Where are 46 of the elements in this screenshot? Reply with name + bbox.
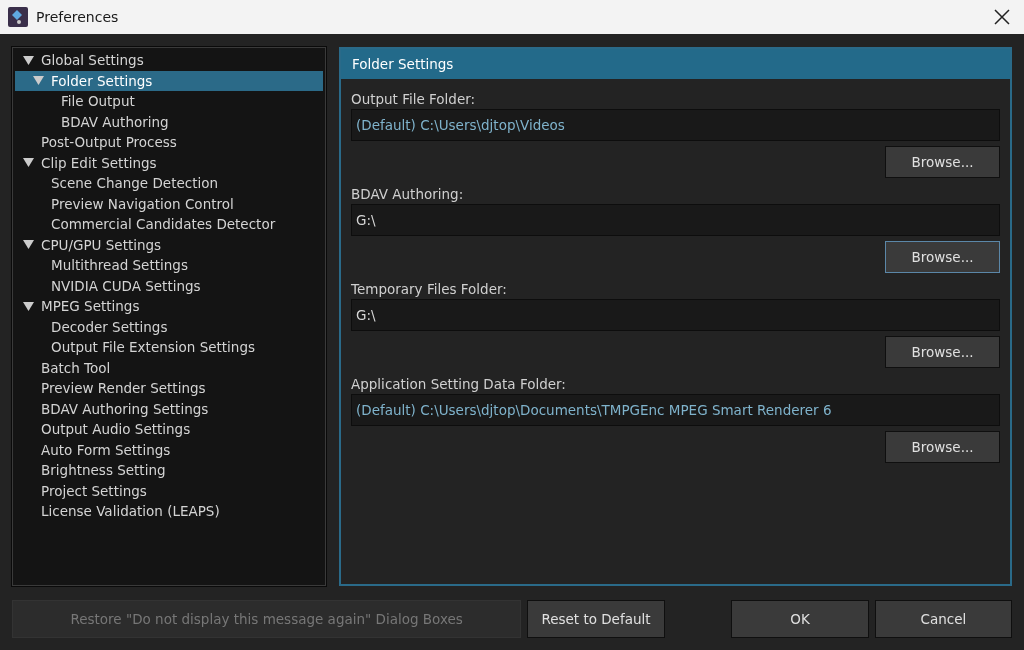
- folder-input-field[interactable]: G:\: [351, 299, 1000, 331]
- tree-item[interactable]: Post-Output Process: [15, 132, 323, 153]
- tree-item[interactable]: Project Settings: [15, 480, 323, 501]
- tree-item[interactable]: File Output: [15, 91, 323, 112]
- tree-item[interactable]: Decoder Settings: [15, 316, 323, 337]
- folder-input-field[interactable]: G:\: [351, 204, 1000, 236]
- tree-item[interactable]: CPU/GPU Settings: [15, 234, 323, 255]
- close-icon[interactable]: [994, 9, 1010, 25]
- browse-button[interactable]: Browse...: [885, 336, 1000, 368]
- window-title: Preferences: [36, 9, 120, 25]
- expand-triangle-icon[interactable]: [23, 301, 34, 311]
- expand-triangle-icon[interactable]: [23, 158, 34, 168]
- expand-triangle-icon[interactable]: [23, 240, 34, 250]
- field-label: Application Setting Data Folder:: [351, 375, 567, 394]
- field-label: Output File Folder:: [351, 90, 477, 109]
- tree-item[interactable]: NVIDIA CUDA Settings: [15, 275, 323, 296]
- tree-item[interactable]: Global Settings: [15, 50, 323, 71]
- reset-button[interactable]: Reset to Default: [527, 600, 665, 638]
- expand-triangle-icon[interactable]: [23, 55, 34, 65]
- tree-item[interactable]: Multithread Settings: [15, 255, 323, 276]
- panel-title: Folder Settings: [341, 49, 1010, 79]
- tree-item[interactable]: Output Audio Settings: [15, 419, 323, 440]
- browse-button[interactable]: Browse...: [885, 431, 1000, 463]
- browse-button[interactable]: Browse...: [885, 146, 1000, 178]
- tree-item[interactable]: MPEG Settings: [15, 296, 323, 317]
- ok-button[interactable]: OK: [731, 600, 869, 638]
- field-label: BDAV Authoring:: [351, 185, 465, 204]
- tree-item[interactable]: Output File Extension Settings: [15, 337, 323, 358]
- tree-item[interactable]: Brightness Setting: [15, 460, 323, 481]
- tree-item[interactable]: License Validation (LEAPS): [15, 501, 323, 522]
- folder-input-field[interactable]: (Default) C:\Users\djtop\Videos: [351, 109, 1000, 141]
- field-label: Temporary Files Folder:: [351, 280, 508, 299]
- tree-item[interactable]: Folder Settings: [15, 70, 323, 91]
- tree-item[interactable]: Auto Form Settings: [15, 439, 323, 460]
- tree-item[interactable]: Commercial Candidates Detector: [15, 214, 323, 235]
- tree-item[interactable]: Preview Render Settings: [15, 378, 323, 399]
- browse-button[interactable]: Browse...: [885, 241, 1000, 273]
- tree-item[interactable]: Clip Edit Settings: [15, 152, 323, 173]
- cancel-button[interactable]: Cancel: [874, 600, 1012, 638]
- tree-item[interactable]: Batch Tool: [15, 357, 323, 378]
- folder-input-field[interactable]: (Default) C:\Users\djtop\Documents\TMPGEnc MPEG Smart Renderer 6: [351, 394, 1000, 426]
- tree-item[interactable]: BDAV Authoring: [15, 111, 323, 132]
- tree-item[interactable]: Preview Navigation Control: [15, 193, 323, 214]
- tree-item[interactable]: BDAV Authoring Settings: [15, 398, 323, 419]
- tree-item[interactable]: Scene Change Detection: [15, 173, 323, 194]
- app-icon: [8, 7, 28, 27]
